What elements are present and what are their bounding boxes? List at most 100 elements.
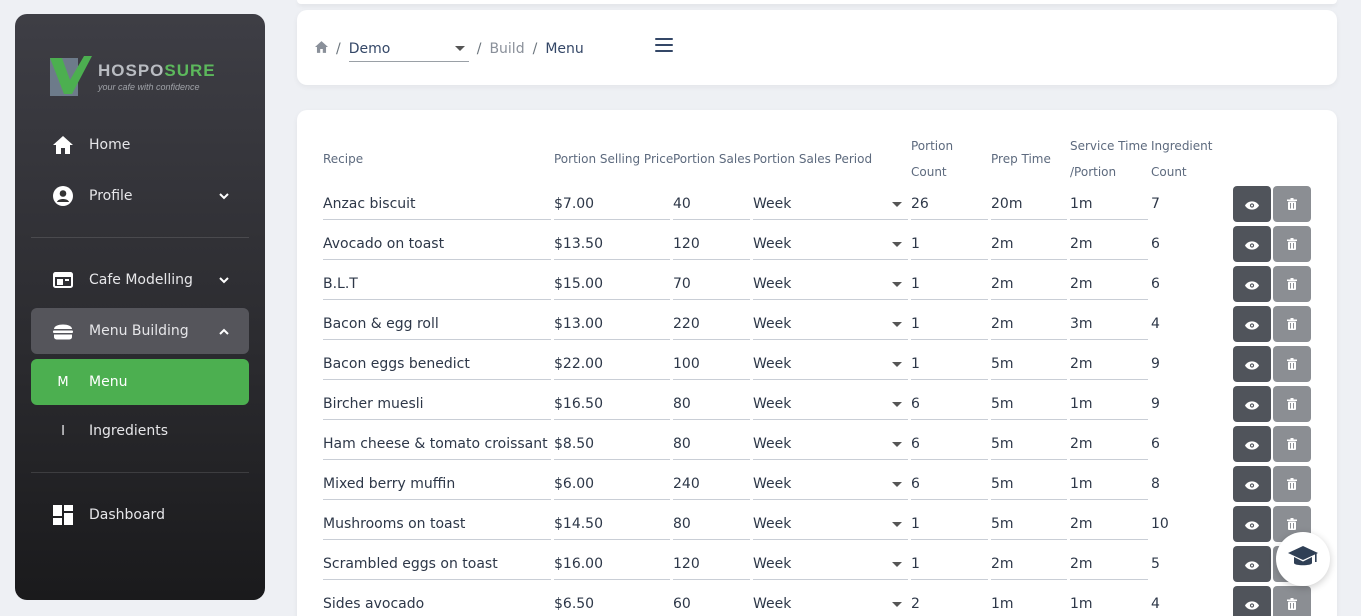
help-fab[interactable]	[1276, 532, 1330, 586]
portion-price-field[interactable]: $8.50	[554, 426, 670, 460]
service-time-field[interactable]: 1m	[1070, 586, 1148, 616]
delete-recipe-button[interactable]	[1273, 186, 1311, 222]
service-time-field[interactable]: 2m	[1070, 426, 1148, 460]
portion-sales-field[interactable]: 80	[673, 386, 750, 420]
prep-time-field[interactable]: 2m	[991, 546, 1067, 580]
portion-count-field[interactable]: 6	[911, 386, 988, 420]
sales-period-select[interactable]: Week	[753, 546, 908, 580]
view-recipe-button[interactable]	[1233, 186, 1271, 222]
delete-recipe-button[interactable]	[1273, 226, 1311, 262]
service-time-field[interactable]: 2m	[1070, 226, 1148, 260]
portion-sales-field[interactable]: 70	[673, 266, 750, 300]
sidebar-item-cafe-modelling[interactable]: Cafe Modelling	[31, 257, 249, 303]
recipe-name-field[interactable]: Ham cheese & tomato croissant	[323, 426, 551, 460]
portion-count-field[interactable]: 6	[911, 426, 988, 460]
recipe-name-field[interactable]: Mixed berry muffin	[323, 466, 551, 500]
prep-time-field[interactable]: 5m	[991, 426, 1067, 460]
prep-time-field[interactable]: 2m	[991, 306, 1067, 340]
view-recipe-button[interactable]	[1233, 546, 1271, 582]
sales-period-select[interactable]: Week	[753, 506, 908, 540]
portion-count-field[interactable]: 1	[911, 346, 988, 380]
recipe-name-field[interactable]: Avocado on toast	[323, 226, 551, 260]
sales-period-select[interactable]: Week	[753, 186, 908, 220]
home-crumb-icon[interactable]	[315, 41, 328, 57]
sales-period-select[interactable]: Week	[753, 586, 908, 616]
view-recipe-button[interactable]	[1233, 466, 1271, 502]
sales-period-select[interactable]: Week	[753, 346, 908, 380]
service-time-field[interactable]: 2m	[1070, 546, 1148, 580]
sales-period-select[interactable]: Week	[753, 386, 908, 420]
view-recipe-button[interactable]	[1233, 426, 1271, 462]
prep-time-field[interactable]: 2m	[991, 266, 1067, 300]
sales-period-select[interactable]: Week	[753, 466, 908, 500]
portion-price-field[interactable]: $7.00	[554, 186, 670, 220]
delete-recipe-button[interactable]	[1273, 466, 1311, 502]
prep-time-field[interactable]: 20m	[991, 186, 1067, 220]
portion-sales-field[interactable]: 240	[673, 466, 750, 500]
sales-period-select[interactable]: Week	[753, 306, 908, 340]
service-time-field[interactable]: 2m	[1070, 346, 1148, 380]
recipe-name-field[interactable]: Mushrooms on toast	[323, 506, 551, 540]
portion-price-field[interactable]: $6.00	[554, 466, 670, 500]
portion-count-field[interactable]: 1	[911, 546, 988, 580]
view-recipe-button[interactable]	[1233, 306, 1271, 342]
sales-period-select[interactable]: Week	[753, 226, 908, 260]
portion-price-field[interactable]: $6.50	[554, 586, 670, 616]
portion-sales-field[interactable]: 80	[673, 426, 750, 460]
prep-time-field[interactable]: 1m	[991, 586, 1067, 616]
recipe-name-field[interactable]: B.L.T	[323, 266, 551, 300]
brand-logo[interactable]: HOSPOSURE your cafe with confidence	[48, 54, 216, 98]
sidebar-item-dashboard[interactable]: Dashboard	[31, 492, 249, 538]
recipe-name-field[interactable]: Bacon & egg roll	[323, 306, 551, 340]
portion-sales-field[interactable]: 120	[673, 226, 750, 260]
portion-price-field[interactable]: $13.50	[554, 226, 670, 260]
breadcrumb-build[interactable]: Build	[489, 41, 524, 57]
delete-recipe-button[interactable]	[1273, 426, 1311, 462]
view-recipe-button[interactable]	[1233, 506, 1271, 542]
portion-count-field[interactable]: 26	[911, 186, 988, 220]
prep-time-field[interactable]: 5m	[991, 386, 1067, 420]
service-time-field[interactable]: 3m	[1070, 306, 1148, 340]
view-recipe-button[interactable]	[1233, 226, 1271, 262]
portion-price-field[interactable]: $16.00	[554, 546, 670, 580]
portion-sales-field[interactable]: 100	[673, 346, 750, 380]
delete-recipe-button[interactable]	[1273, 386, 1311, 422]
sidebar-item-menu[interactable]: M Menu	[31, 359, 249, 405]
portion-price-field[interactable]: $16.50	[554, 386, 670, 420]
service-time-field[interactable]: 1m	[1070, 186, 1148, 220]
view-recipe-button[interactable]	[1233, 346, 1271, 382]
portion-price-field[interactable]: $13.00	[554, 306, 670, 340]
prep-time-field[interactable]: 5m	[991, 506, 1067, 540]
prep-time-field[interactable]: 2m	[991, 226, 1067, 260]
venue-select[interactable]: Demo	[348, 36, 469, 62]
service-time-field[interactable]: 1m	[1070, 386, 1148, 420]
view-recipe-button[interactable]	[1233, 386, 1271, 422]
prep-time-field[interactable]: 5m	[991, 346, 1067, 380]
view-recipe-button[interactable]	[1233, 586, 1271, 616]
service-time-field[interactable]: 2m	[1070, 266, 1148, 300]
recipe-name-field[interactable]: Bacon eggs benedict	[323, 346, 551, 380]
portion-count-field[interactable]: 1	[911, 226, 988, 260]
portion-sales-field[interactable]: 60	[673, 586, 750, 616]
service-time-field[interactable]: 1m	[1070, 466, 1148, 500]
portion-price-field[interactable]: $22.00	[554, 346, 670, 380]
menu-toggle-icon[interactable]	[655, 38, 673, 52]
portion-count-field[interactable]: 1	[911, 306, 988, 340]
delete-recipe-button[interactable]	[1273, 266, 1311, 302]
portion-count-field[interactable]: 1	[911, 266, 988, 300]
sidebar-item-menu-building[interactable]: Menu Building	[31, 308, 249, 354]
recipe-name-field[interactable]: Anzac biscuit	[323, 186, 551, 220]
sidebar-item-ingredients[interactable]: I Ingredients	[31, 408, 249, 454]
recipe-name-field[interactable]: Scrambled eggs on toast	[323, 546, 551, 580]
sales-period-select[interactable]: Week	[753, 426, 908, 460]
sidebar-item-home[interactable]: Home	[31, 122, 249, 168]
view-recipe-button[interactable]	[1233, 266, 1271, 302]
prep-time-field[interactable]: 5m	[991, 466, 1067, 500]
portion-count-field[interactable]: 2	[911, 586, 988, 616]
sidebar-item-profile[interactable]: Profile	[31, 173, 249, 219]
portion-sales-field[interactable]: 40	[673, 186, 750, 220]
portion-count-field[interactable]: 1	[911, 506, 988, 540]
recipe-name-field[interactable]: Bircher muesli	[323, 386, 551, 420]
portion-sales-field[interactable]: 220	[673, 306, 750, 340]
portion-sales-field[interactable]: 80	[673, 506, 750, 540]
